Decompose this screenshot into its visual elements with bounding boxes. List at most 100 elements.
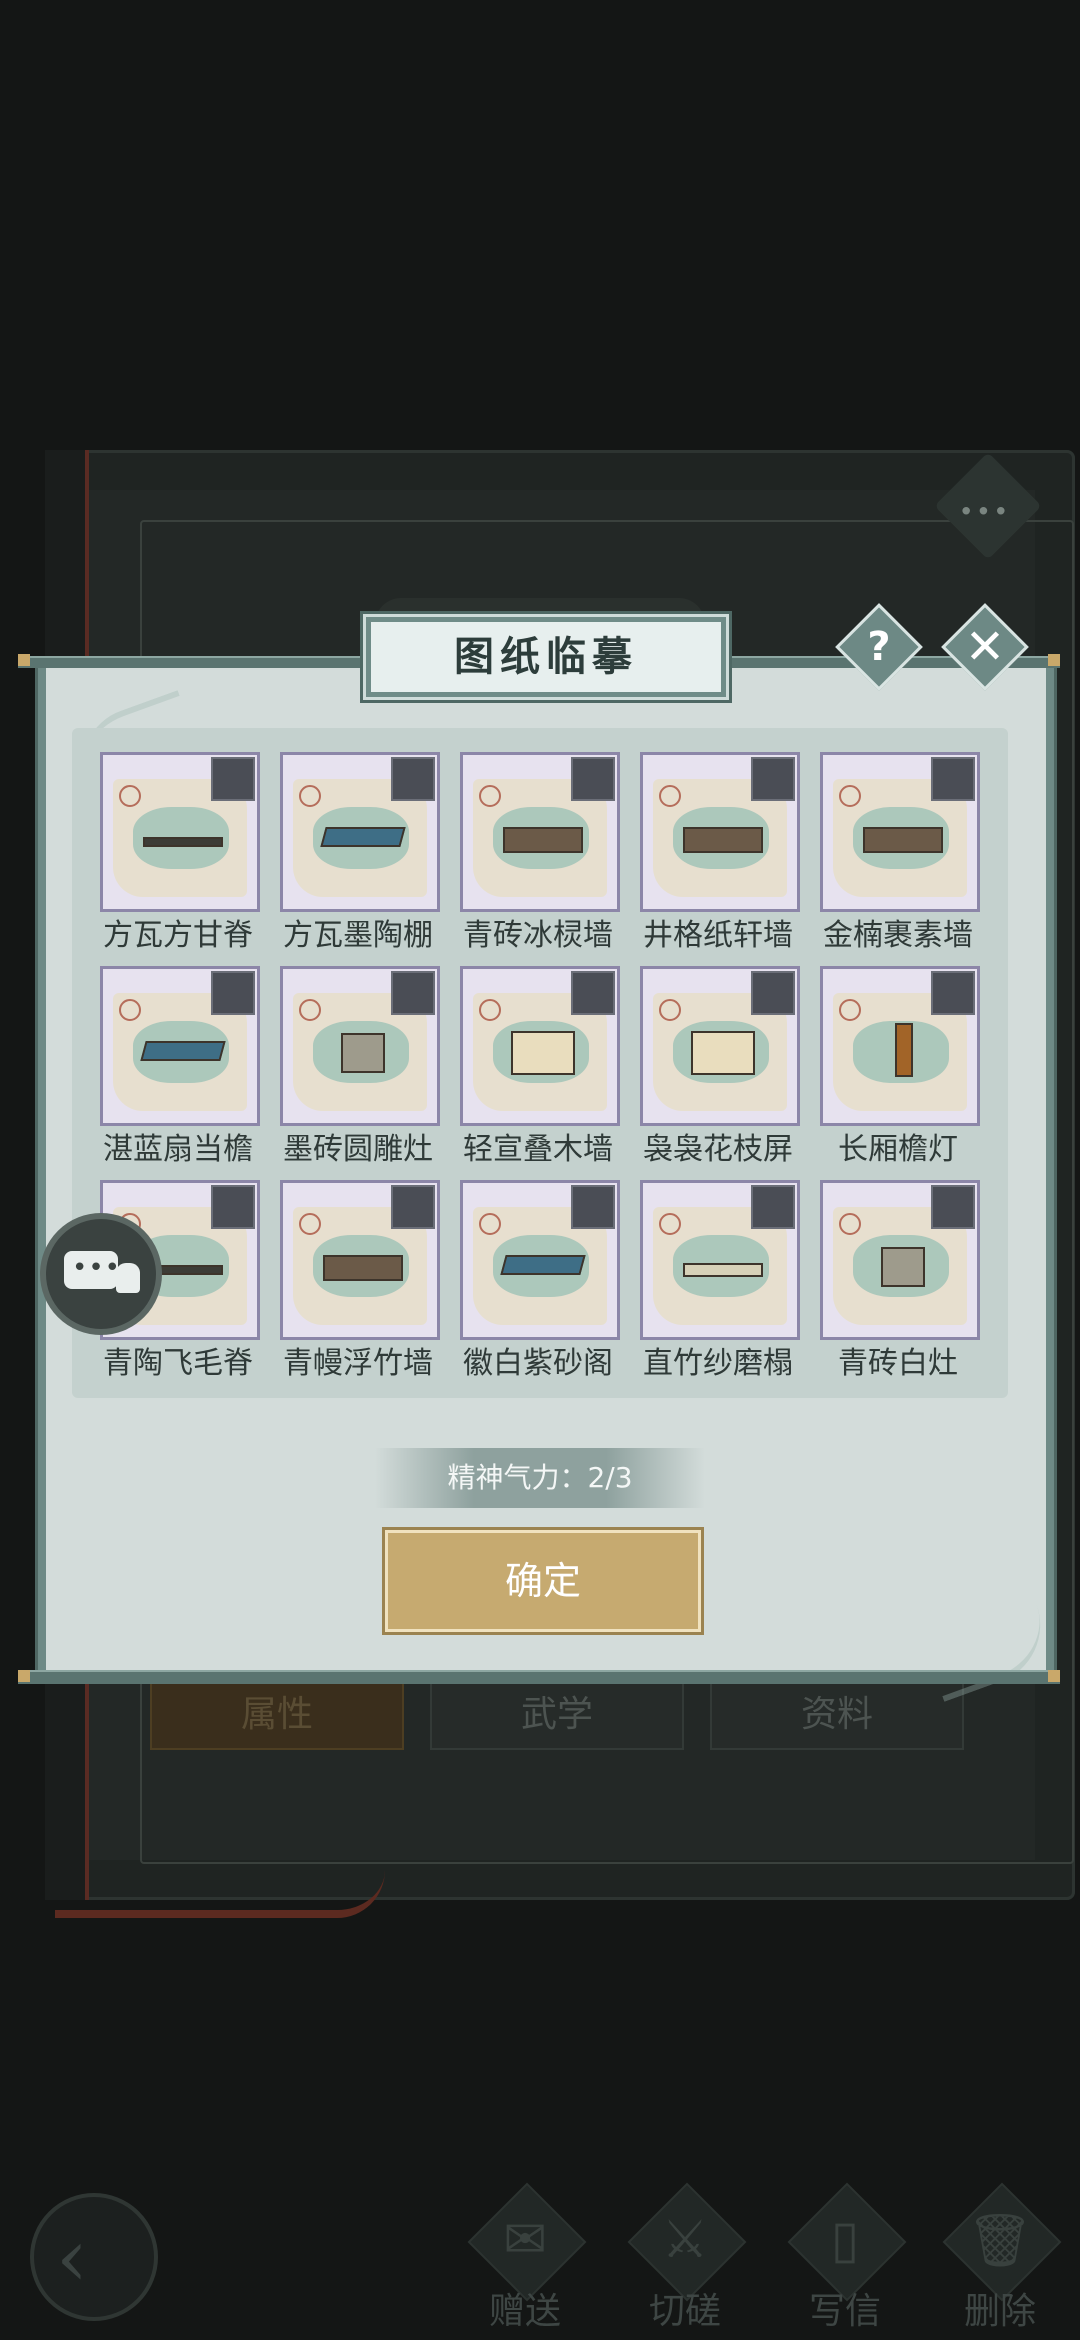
stamina-counter: 精神气力：2/3 — [375, 1448, 705, 1508]
furniture-model-icon — [503, 827, 583, 853]
dialog-bottom-rail — [18, 1670, 1060, 1684]
background-tabs: 属性 武学 资料 — [150, 1680, 964, 1750]
select-checkbox[interactable] — [751, 757, 795, 801]
blueprint-item[interactable]: 青砖冰棂墙 — [460, 752, 620, 962]
back-arrow-icon[interactable]: ‹ — [30, 2193, 158, 2321]
blueprint-card[interactable] — [820, 966, 980, 1126]
blueprint-item[interactable]: 轻宣叠木墙 — [460, 966, 620, 1176]
tab-profile[interactable]: 资料 — [710, 1680, 964, 1750]
delete-label: 删除 — [963, 2291, 1036, 2332]
blueprint-name: 墨砖圆雕灶 — [283, 1132, 433, 1167]
blueprint-item[interactable]: 长厢檐灯 — [820, 966, 980, 1176]
select-checkbox[interactable] — [211, 1185, 255, 1229]
spar-label: 切磋 — [648, 2291, 721, 2332]
blueprint-name: 长厢檐灯 — [838, 1132, 958, 1167]
furniture-model-icon — [140, 1041, 226, 1061]
wine-bottle-icon — [116, 1263, 140, 1293]
blueprint-grid[interactable]: 方瓦方甘脊 方瓦墨陶棚 青砖冰棂墙 井格纸轩墙 金楠裹素墙湛蓝扇当檐 墨砖圆雕灶 轻宣叠木墙… — [72, 728, 1008, 1398]
select-checkbox[interactable] — [391, 1185, 435, 1229]
dialog-title: 图纸临摹 — [363, 614, 729, 700]
select-checkbox[interactable] — [571, 757, 615, 801]
help-icon: ? — [867, 624, 891, 670]
blueprint-card[interactable] — [280, 752, 440, 912]
blueprint-item[interactable]: 井格纸轩墙 — [640, 752, 800, 962]
blueprint-card[interactable] — [640, 1180, 800, 1340]
furniture-model-icon — [691, 1031, 755, 1075]
seal-stamp-icon — [479, 1213, 501, 1235]
blueprint-item[interactable]: 直竹纱磨榻 — [640, 1180, 800, 1390]
trash-icon: 🗑 — [966, 2211, 1033, 2271]
book-ribbon — [55, 1870, 385, 1918]
blueprint-item[interactable]: 方瓦方甘脊 — [100, 752, 260, 962]
select-checkbox[interactable] — [751, 1185, 795, 1229]
blueprint-card[interactable] — [820, 752, 980, 912]
blueprint-name: 青陶飞毛脊 — [103, 1346, 253, 1381]
blueprint-card[interactable] — [280, 1180, 440, 1340]
blueprint-item[interactable]: 袅袅花枝屏 — [640, 966, 800, 1176]
blueprint-item[interactable]: 青砖白灶 — [820, 1180, 980, 1390]
blueprint-card[interactable] — [640, 966, 800, 1126]
seal-stamp-icon — [839, 999, 861, 1021]
chat-button[interactable]: ••• — [40, 1213, 162, 1335]
blueprint-name: 青幔浮竹墙 — [283, 1346, 433, 1381]
tab-martial-arts[interactable]: 武学 — [430, 1680, 684, 1750]
furniture-model-icon — [323, 1255, 403, 1281]
select-checkbox[interactable] — [931, 1185, 975, 1229]
rail-cap — [1048, 1670, 1060, 1682]
blueprint-name: 袅袅花枝屏 — [643, 1132, 793, 1167]
scroll-icon: ✉ — [503, 2210, 547, 2270]
seal-stamp-icon — [659, 785, 681, 807]
seal-stamp-icon — [659, 1213, 681, 1235]
blueprint-name: 青砖冰棂墙 — [463, 918, 613, 953]
furniture-model-icon — [683, 1263, 763, 1277]
select-checkbox[interactable] — [211, 757, 255, 801]
blueprint-name: 轻宣叠木墙 — [463, 1132, 613, 1167]
blueprint-card[interactable] — [280, 966, 440, 1126]
select-checkbox[interactable] — [571, 971, 615, 1015]
chat-bubble-icon: ••• — [64, 1251, 120, 1289]
close-icon: ✕ — [964, 619, 1006, 675]
blueprint-item[interactable]: 湛蓝扇当檐 — [100, 966, 260, 1176]
furniture-model-icon — [863, 827, 943, 853]
seal-stamp-icon — [479, 785, 501, 807]
blueprint-item[interactable]: 墨砖圆雕灶 — [280, 966, 440, 1176]
blueprint-name: 直竹纱磨榻 — [643, 1346, 793, 1381]
furniture-model-icon — [320, 827, 406, 847]
tab-attributes[interactable]: 属性 — [150, 1680, 404, 1750]
blueprint-card[interactable] — [820, 1180, 980, 1340]
blueprint-name: 方瓦方甘脊 — [103, 918, 253, 953]
blueprint-item[interactable]: 徽白紫砂阁 — [460, 1180, 620, 1390]
seal-stamp-icon — [839, 785, 861, 807]
furniture-model-icon — [683, 827, 763, 853]
rail-cap — [18, 1670, 30, 1682]
select-checkbox[interactable] — [571, 1185, 615, 1229]
blueprint-card[interactable] — [460, 966, 620, 1126]
blueprint-item[interactable]: 金楠裹素墙 — [820, 752, 980, 962]
select-checkbox[interactable] — [931, 971, 975, 1015]
blueprint-card[interactable] — [460, 752, 620, 912]
gift-button[interactable]: ✉ 赠送 — [460, 2182, 590, 2332]
furniture-model-icon — [881, 1247, 925, 1287]
blueprint-item[interactable]: 青幔浮竹墙 — [280, 1180, 440, 1390]
select-checkbox[interactable] — [751, 971, 795, 1015]
delete-button[interactable]: 🗑 删除 — [935, 2182, 1065, 2332]
blueprint-card[interactable] — [100, 966, 260, 1126]
blueprint-item[interactable]: 方瓦墨陶棚 — [280, 752, 440, 962]
select-checkbox[interactable] — [931, 757, 975, 801]
furniture-model-icon — [895, 1023, 913, 1077]
select-checkbox[interactable] — [391, 757, 435, 801]
blueprint-card[interactable] — [640, 752, 800, 912]
blueprint-card[interactable] — [100, 752, 260, 912]
furniture-model-icon — [500, 1255, 586, 1275]
seal-stamp-icon — [479, 999, 501, 1021]
select-checkbox[interactable] — [211, 971, 255, 1015]
blueprint-name: 青砖白灶 — [838, 1346, 958, 1381]
select-checkbox[interactable] — [391, 971, 435, 1015]
spar-button[interactable]: ⚔ 切磋 — [620, 2182, 750, 2332]
furniture-model-icon — [511, 1031, 575, 1075]
blueprint-card[interactable] — [460, 1180, 620, 1340]
write-letter-button[interactable]: ▯ 写信 — [780, 2182, 910, 2332]
confirm-button[interactable]: 确定 — [385, 1530, 701, 1632]
blueprint-name: 徽白紫砂阁 — [463, 1346, 613, 1381]
seal-stamp-icon — [839, 1213, 861, 1235]
